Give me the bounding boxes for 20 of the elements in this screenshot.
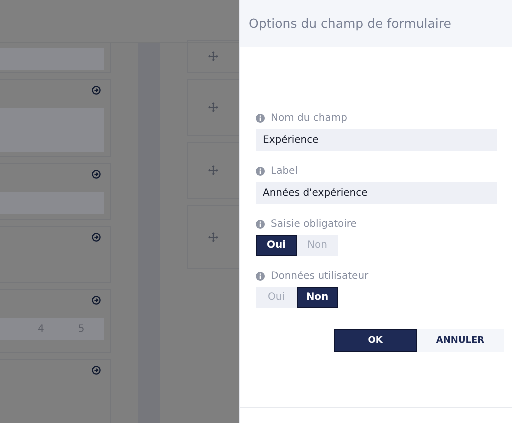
input-field[interactable]: Années d'expérience <box>256 182 497 204</box>
arrow-circle-icon[interactable] <box>92 170 102 179</box>
toggle-option[interactable]: Non <box>297 287 338 308</box>
field-label: Nom du champ <box>271 112 348 124</box>
field-label: Label <box>271 166 298 176</box>
input-field[interactable]: Expérience <box>256 129 497 151</box>
arrow-circle-icon[interactable] <box>92 233 102 242</box>
panel-title: Options du champ de formulaire <box>249 16 452 31</box>
arrow-circle-icon[interactable] <box>92 366 102 375</box>
toggle-option[interactable]: Oui <box>256 235 297 256</box>
arrow-circle-icon[interactable] <box>92 296 102 305</box>
info-icon <box>256 272 265 280</box>
arrow-circle-icon[interactable] <box>92 86 102 95</box>
ok-button[interactable]: OK <box>334 329 417 352</box>
field-label: Saisie obligatoire <box>271 218 357 230</box>
info-icon <box>256 220 265 228</box>
info-icon <box>256 114 265 122</box>
info-icon <box>256 166 265 176</box>
cancel-button[interactable]: ANNULER <box>417 329 504 352</box>
field-label: Données utilisateur <box>271 270 369 282</box>
